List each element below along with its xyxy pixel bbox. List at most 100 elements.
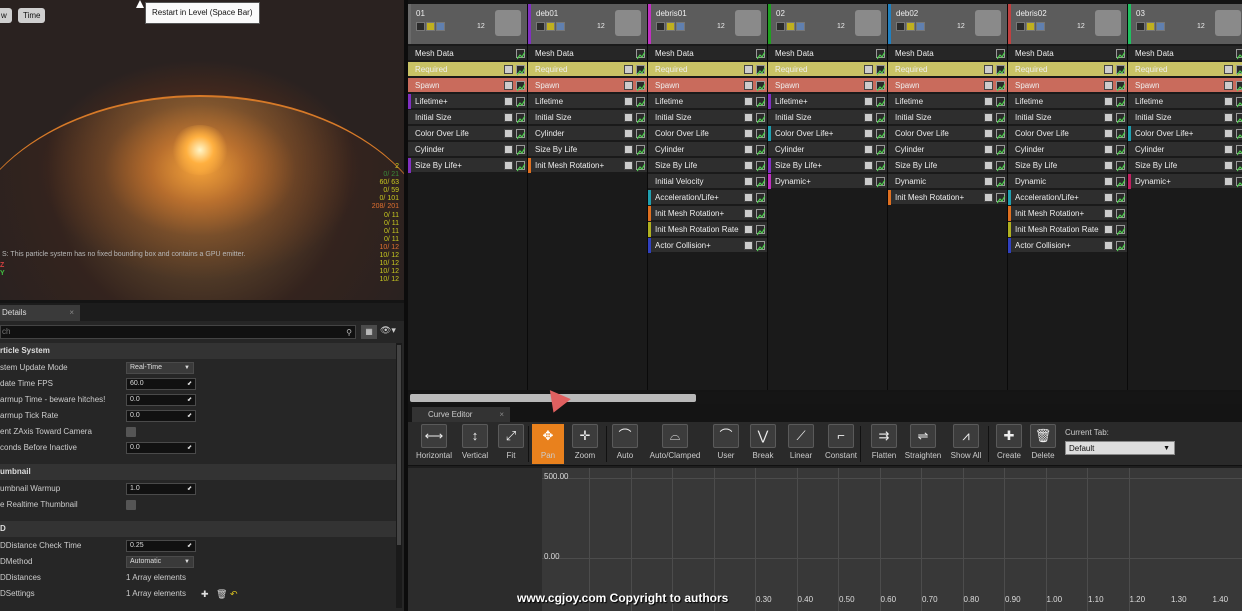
module-enable-checkbox[interactable]	[1224, 145, 1233, 154]
property-number-field[interactable]: 0.0 ⬋	[126, 394, 196, 406]
module-row[interactable]: Spawn	[408, 78, 527, 93]
module-row[interactable]: Init Mesh Rotation Rate	[1008, 222, 1127, 237]
module-enable-checkbox[interactable]	[1104, 193, 1113, 202]
graph-toggle-icon[interactable]	[996, 65, 1006, 76]
module-enable-checkbox[interactable]	[624, 65, 633, 74]
graph-toggle-icon[interactable]	[756, 49, 766, 60]
graph-toggle-icon[interactable]	[1116, 145, 1126, 156]
graph-toggle-icon[interactable]	[996, 161, 1006, 172]
module-row[interactable]: Init Mesh Rotation+	[648, 206, 767, 221]
module-enable-checkbox[interactable]	[864, 145, 873, 154]
solo-toggle-icon[interactable]	[906, 22, 915, 31]
enable-toggle-icon[interactable]	[416, 22, 425, 31]
module-row[interactable]: Mesh Data	[768, 46, 887, 61]
details-scrollbar[interactable]	[396, 343, 402, 608]
module-enable-checkbox[interactable]	[864, 129, 873, 138]
graph-toggle-icon[interactable]	[516, 145, 526, 156]
module-enable-checkbox[interactable]	[504, 161, 513, 170]
module-enable-checkbox[interactable]	[1224, 129, 1233, 138]
property-dropdown[interactable]: Automatic ▼	[126, 556, 194, 568]
close-icon[interactable]: ×	[499, 407, 504, 422]
module-enable-checkbox[interactable]	[504, 81, 513, 90]
module-row[interactable]: Required	[768, 62, 887, 77]
module-enable-checkbox[interactable]	[624, 97, 633, 106]
module-row[interactable]: Required	[1128, 62, 1242, 77]
module-enable-checkbox[interactable]	[984, 193, 993, 202]
enable-toggle-icon[interactable]	[536, 22, 545, 31]
emitter-header[interactable]: deb02 12	[888, 4, 1007, 44]
module-row[interactable]: Init Mesh Rotation Rate	[648, 222, 767, 237]
module-enable-checkbox[interactable]	[1224, 81, 1233, 90]
module-row[interactable]: Required	[528, 62, 647, 77]
tool-create-button[interactable]: ✚ Create	[994, 424, 1024, 464]
module-row[interactable]: Cylinder	[1128, 142, 1242, 157]
module-enable-checkbox[interactable]	[744, 145, 753, 154]
module-row[interactable]: Cylinder	[1008, 142, 1127, 157]
view-mode-button[interactable]: w	[0, 8, 12, 23]
module-row[interactable]: Acceleration/Life+	[1008, 190, 1127, 205]
module-enable-checkbox[interactable]	[504, 65, 513, 74]
module-row[interactable]: Color Over Life+	[1128, 126, 1242, 141]
solo-toggle-icon[interactable]	[1146, 22, 1155, 31]
search-input[interactable]: ch ⚲	[0, 325, 356, 339]
module-enable-checkbox[interactable]	[864, 113, 873, 122]
module-enable-checkbox[interactable]	[624, 81, 633, 90]
graph-toggle-icon[interactable]	[996, 193, 1006, 204]
tool-straighten-button[interactable]: ⇌ Straighten	[902, 424, 944, 464]
tool-auto-button[interactable]: ⌒ Auto	[610, 424, 640, 464]
enable-toggle-icon[interactable]	[1016, 22, 1025, 31]
graph-toggle-icon[interactable]	[1236, 49, 1242, 60]
graph-toggle-icon[interactable]	[636, 129, 646, 140]
graph-toggle-icon[interactable]	[756, 193, 766, 204]
module-row[interactable]: Spawn	[528, 78, 647, 93]
module-row[interactable]: Cylinder	[648, 142, 767, 157]
module-enable-checkbox[interactable]	[1104, 129, 1113, 138]
details-section-header[interactable]: D	[0, 521, 396, 537]
module-row[interactable]: Size By Life+	[768, 158, 887, 173]
module-enable-checkbox[interactable]	[624, 129, 633, 138]
module-enable-checkbox[interactable]	[1104, 177, 1113, 186]
module-row[interactable]: Initial Size	[768, 110, 887, 125]
module-row[interactable]: Actor Collision+	[1008, 238, 1127, 253]
graph-toggle-icon[interactable]	[876, 81, 886, 92]
module-row[interactable]: Color Over Life	[648, 126, 767, 141]
graph-toggle-icon[interactable]	[636, 145, 646, 156]
graph-toggle-icon[interactable]	[756, 209, 766, 220]
module-row[interactable]: Required	[648, 62, 767, 77]
graph-toggle-icon[interactable]	[996, 81, 1006, 92]
module-row[interactable]: Mesh Data	[408, 46, 527, 61]
module-enable-checkbox[interactable]	[744, 209, 753, 218]
viewport[interactable]: w Time S: This particle system has no fi…	[0, 0, 404, 300]
tool-horizontal-button[interactable]: ⟷ Horizontal	[414, 424, 454, 464]
solo-toggle-icon[interactable]	[666, 22, 675, 31]
solo-toggle-icon[interactable]	[426, 22, 435, 31]
graph-toggle-icon[interactable]	[516, 129, 526, 140]
module-enable-checkbox[interactable]	[984, 113, 993, 122]
module-enable-checkbox[interactable]	[744, 161, 753, 170]
graph-toggle-icon[interactable]	[1236, 129, 1242, 140]
graph-toggle-icon[interactable]	[1236, 81, 1242, 92]
module-enable-checkbox[interactable]	[984, 129, 993, 138]
module-row[interactable]: Lifetime	[528, 94, 647, 109]
module-row[interactable]: Mesh Data	[1008, 46, 1127, 61]
module-enable-checkbox[interactable]	[1104, 241, 1113, 250]
module-row[interactable]: Lifetime+	[768, 94, 887, 109]
time-button[interactable]: Time	[18, 8, 46, 23]
module-enable-checkbox[interactable]	[504, 113, 513, 122]
curve-track-list[interactable]	[408, 468, 542, 611]
graph-toggle-icon[interactable]	[1116, 49, 1126, 60]
module-row[interactable]: Required	[888, 62, 1007, 77]
property-checkbox[interactable]	[126, 427, 136, 437]
graph-toggle-icon[interactable]	[876, 145, 886, 156]
render-mode-icon[interactable]	[916, 22, 925, 31]
graph-toggle-icon[interactable]	[876, 129, 886, 140]
emitter-header[interactable]: 02 12	[768, 4, 887, 44]
module-enable-checkbox[interactable]	[744, 81, 753, 90]
module-row[interactable]: Size By Life+	[408, 158, 527, 173]
module-enable-checkbox[interactable]	[744, 193, 753, 202]
module-row[interactable]: Actor Collision+	[648, 238, 767, 253]
tool-fit-button[interactable]: ⤢ Fit	[496, 424, 526, 464]
module-row[interactable]: Acceleration/Life+	[648, 190, 767, 205]
graph-toggle-icon[interactable]	[756, 129, 766, 140]
details-section-header[interactable]: rticle System	[0, 343, 396, 359]
